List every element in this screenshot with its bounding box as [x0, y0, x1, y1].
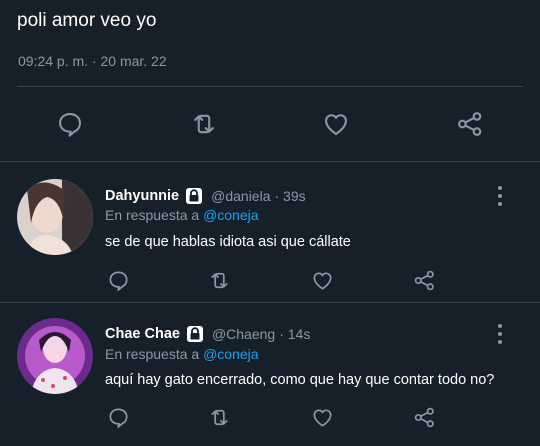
divider [17, 86, 523, 87]
share-icon [458, 112, 482, 136]
reply-prefix: En respuesta a [105, 346, 200, 362]
retweet-button[interactable] [184, 104, 224, 144]
tweet-actions [0, 104, 540, 144]
share-icon [414, 407, 434, 427]
display-name[interactable]: Dahyunnie [105, 188, 179, 204]
retweet-icon [194, 114, 214, 134]
timestamp: · 39s [274, 188, 306, 204]
reply-prefix: En respuesta a [105, 207, 200, 223]
reply-actions [0, 264, 540, 296]
retweet-icon [210, 409, 228, 425]
lock-icon [184, 186, 204, 206]
lock-icon [185, 324, 205, 344]
share-button[interactable] [408, 264, 440, 296]
more-vertical-icon [498, 324, 502, 328]
comment-icon [108, 407, 128, 428]
comment-icon [108, 270, 128, 291]
timestamp: · 14s [279, 326, 311, 342]
heart-icon [312, 408, 332, 427]
reply-actions [0, 401, 540, 433]
reply-button[interactable] [102, 401, 134, 433]
share-button[interactable] [408, 401, 440, 433]
username[interactable]: @daniela [211, 188, 270, 204]
retweet-icon [210, 272, 228, 288]
heart-icon [312, 271, 332, 290]
reply-context: En respuesta a @coneja [105, 346, 259, 362]
mention-link[interactable]: @coneja [203, 346, 258, 362]
retweet-button[interactable] [203, 264, 235, 296]
reply-text: aquí hay gato encerrado, como que hay qu… [105, 372, 495, 388]
like-button[interactable] [306, 264, 338, 296]
avatar-image [17, 318, 93, 394]
retweet-button[interactable] [203, 401, 235, 433]
more-vertical-icon [498, 186, 502, 190]
avatar-image [17, 179, 93, 255]
reply-context: En respuesta a @coneja [105, 207, 259, 223]
share-icon [414, 270, 434, 290]
avatar[interactable] [17, 318, 93, 394]
tweet-timestamp: 09:24 p. m. · 20 mar. 22 [18, 53, 167, 69]
more-options-button[interactable] [490, 322, 510, 346]
reply-header: Dahyunnie @daniela · 39s [105, 186, 306, 206]
like-button[interactable] [306, 401, 338, 433]
username[interactable]: @Chaeng [212, 326, 275, 342]
reply-button[interactable] [102, 264, 134, 296]
divider [0, 302, 540, 303]
tweet-text: poli amor veo yo [17, 10, 157, 31]
more-options-button[interactable] [490, 184, 510, 208]
avatar[interactable] [17, 179, 93, 255]
heart-icon [325, 114, 347, 135]
like-button[interactable] [316, 104, 356, 144]
reply-header: Chae Chae @Chaeng · 14s [105, 324, 310, 344]
display-name[interactable]: Chae Chae [105, 326, 180, 342]
reply-text: se de que hablas idiota asi que cállate [105, 234, 351, 250]
mention-link[interactable]: @coneja [203, 207, 258, 223]
divider [0, 161, 540, 162]
comment-icon [59, 113, 81, 137]
share-button[interactable] [450, 104, 490, 144]
reply-button[interactable] [50, 104, 90, 144]
